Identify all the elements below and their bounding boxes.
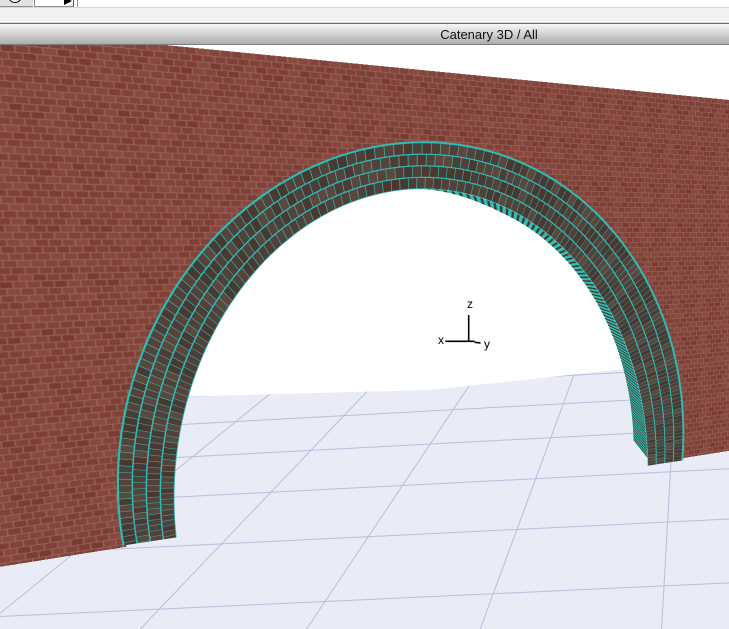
svg-text:x: x xyxy=(438,333,444,347)
svg-text:z: z xyxy=(467,297,473,311)
svg-text:y: y xyxy=(484,337,490,351)
